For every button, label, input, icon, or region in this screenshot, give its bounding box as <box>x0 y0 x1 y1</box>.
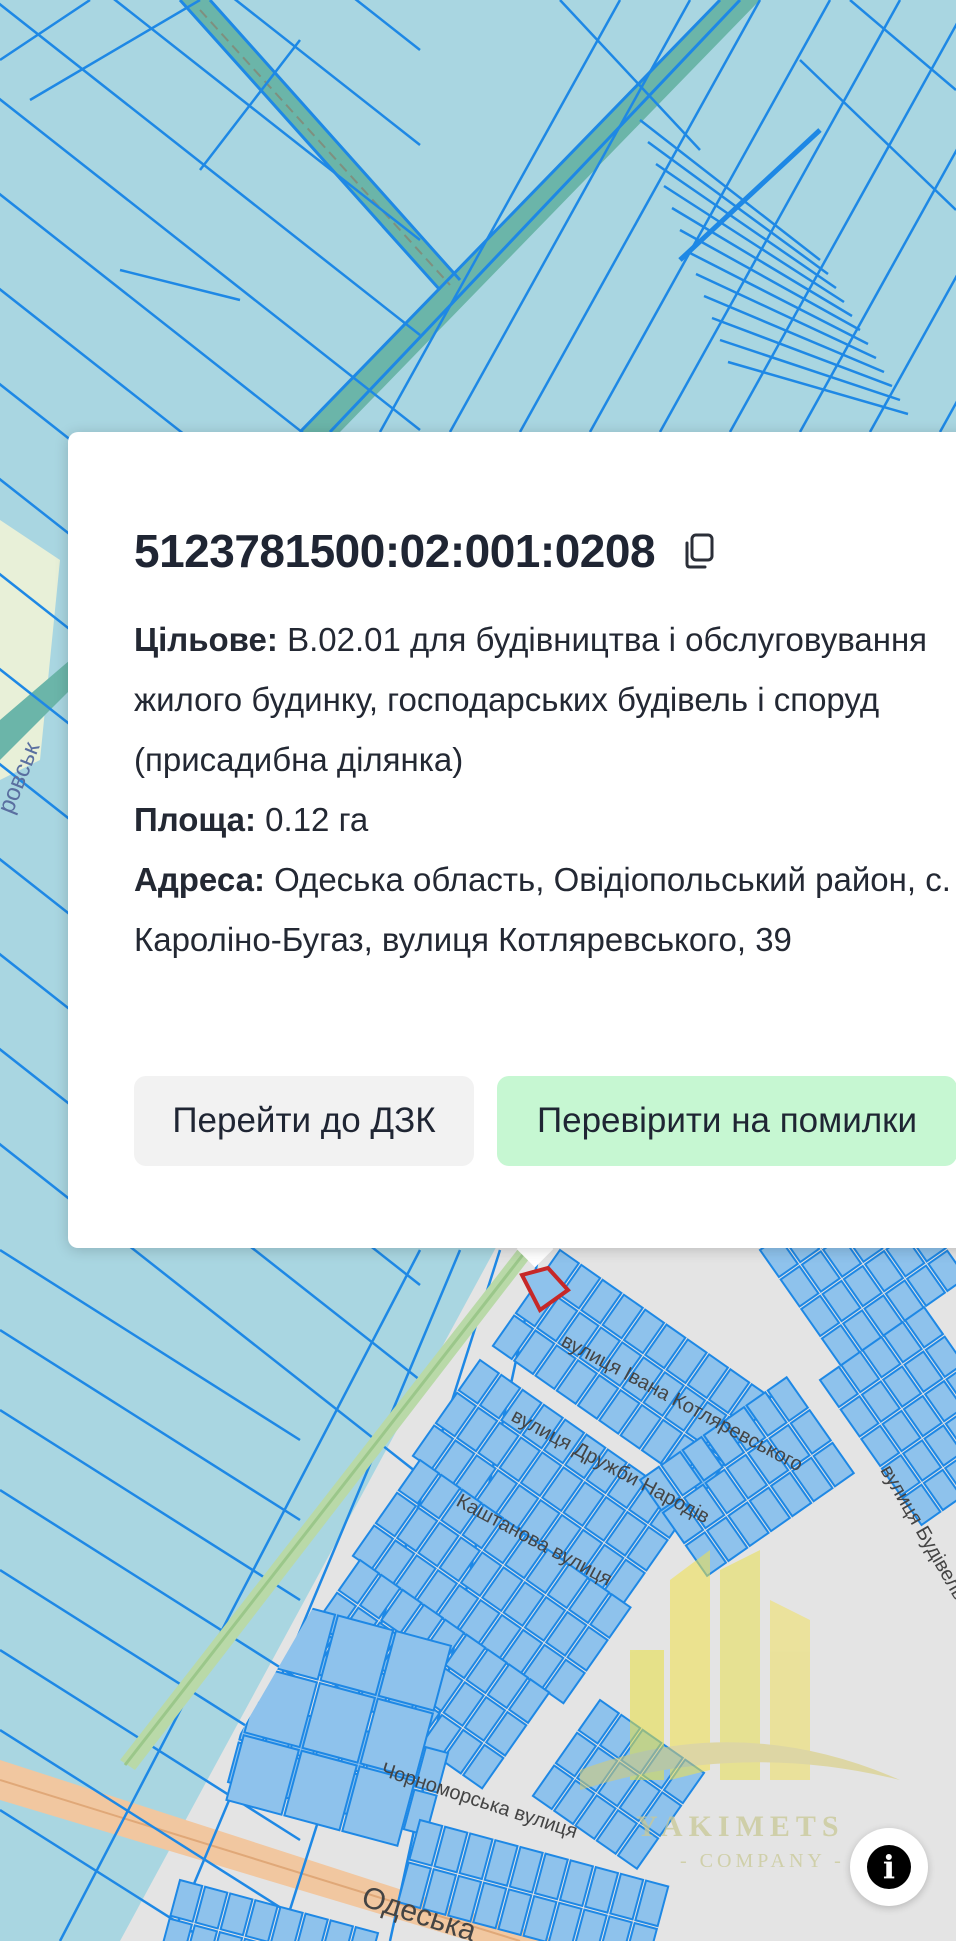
go-to-dzk-button[interactable]: Перейти до ДЗК <box>134 1076 474 1166</box>
area-label: Площа: <box>134 801 256 838</box>
check-errors-button[interactable]: Перевірити на помилки <box>497 1076 956 1166</box>
area-row: Площа: 0.12 га <box>134 790 956 850</box>
parcel-details: Цільове: В.02.01 для будівництва і обслу… <box>134 610 956 970</box>
copy-icon[interactable] <box>679 531 719 571</box>
area-value: 0.12 га <box>265 801 369 838</box>
watermark-name: YAKIMETS <box>636 1810 845 1843</box>
address-label: Адреса: <box>134 861 265 898</box>
purpose-label: Цільове: <box>134 621 278 658</box>
purpose-row: Цільове: В.02.01 для будівництва і обслу… <box>134 610 956 790</box>
address-row: Адреса: Одеська область, Овідіопольський… <box>134 850 956 970</box>
info-icon: i <box>867 1845 911 1889</box>
cadastral-number[interactable]: 5123781500:02:001:0208 <box>134 524 656 578</box>
watermark-subtitle: - COMPANY - <box>680 1850 845 1872</box>
info-button[interactable]: i <box>850 1828 928 1906</box>
parcel-info-popup: 5123781500:02:001:0208 Цільове: В.02.01 … <box>68 432 956 1248</box>
